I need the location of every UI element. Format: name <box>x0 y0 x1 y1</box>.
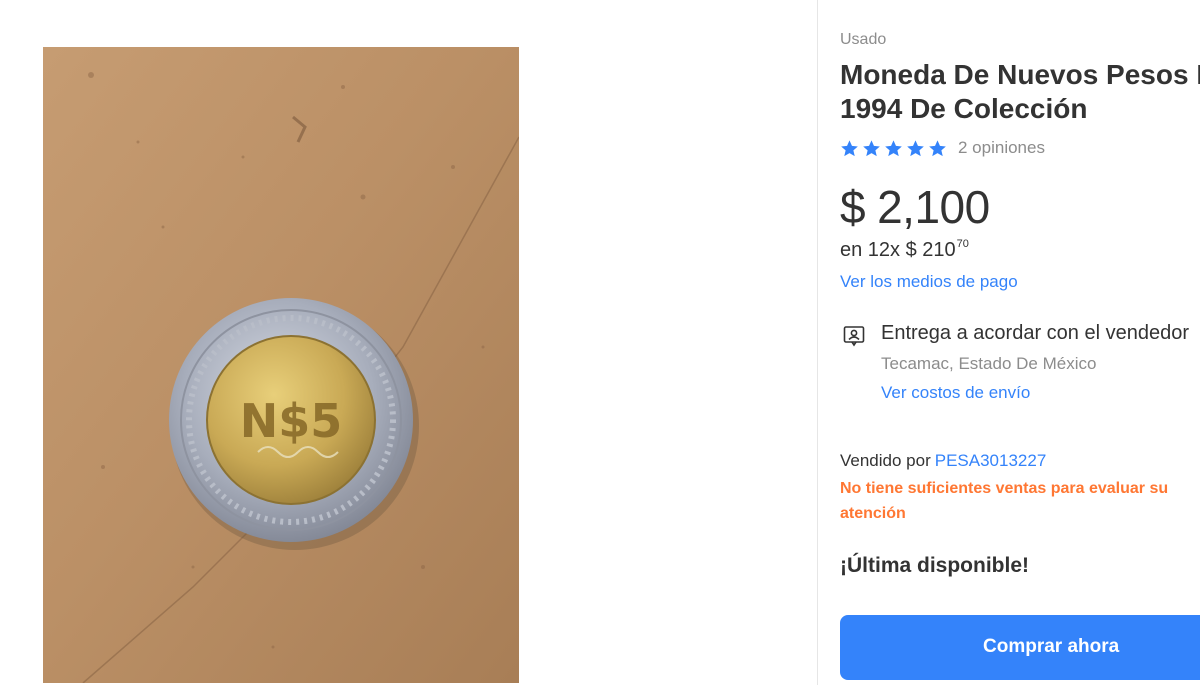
product-photo[interactable]: N$5 <box>43 47 519 683</box>
star-icon <box>885 139 902 156</box>
installments-info: en 12x $ 21070 <box>840 238 969 262</box>
seller-reputation-warning: No tiene suficientes ventas para evaluar… <box>840 480 1169 522</box>
price-amount: 2,100 <box>877 181 990 233</box>
star-icon <box>907 139 924 156</box>
product-title: Moneda De Nuevos Pesos De 1994 De Colecc… <box>840 59 1200 124</box>
shipping-costs-link[interactable]: Ver costos de envío <box>881 383 1030 403</box>
installments-amount: en 12x $ 210 <box>840 239 956 261</box>
stock-status: ¡Última disponible! <box>840 554 1029 577</box>
price-currency-symbol: $ <box>840 181 866 233</box>
product-condition: Usado <box>840 31 887 48</box>
product-price: $2,100 <box>840 180 990 234</box>
reviews-count-link[interactable]: 2 opiniones <box>958 138 1045 158</box>
product-page: N$5 Usado Moneda De Nuevos Pesos De 1994… <box>0 0 1200 685</box>
person-pin-icon <box>843 326 865 347</box>
star-icon <box>841 139 858 156</box>
star-icon <box>929 139 946 156</box>
delivery-location: Tecamac, Estado De México <box>881 354 1097 373</box>
coin-denomination: N$5 <box>240 394 343 448</box>
star-icon <box>863 139 880 156</box>
coin-photo-image: N$5 <box>43 47 519 683</box>
seller-name-link[interactable]: PESA3013227 <box>935 451 1047 470</box>
seller-info: Vendido por PESA3013227 <box>840 451 1046 471</box>
buy-now-button[interactable]: Comprar ahora <box>840 615 1200 680</box>
column-divider <box>817 0 818 685</box>
payment-methods-link[interactable]: Ver los medios de pago <box>840 272 1018 292</box>
rating-summary[interactable]: 2 opiniones <box>840 138 1045 158</box>
buy-now-label: Comprar ahora <box>983 636 1120 657</box>
product-info-panel: Usado Moneda De Nuevos Pesos De 1994 De … <box>840 0 1200 685</box>
delivery-title: Entrega a acordar con el vendedor <box>881 322 1189 344</box>
seller-label: Vendido por <box>840 451 931 470</box>
installments-cents: 70 <box>956 238 969 250</box>
rating-stars <box>840 139 947 158</box>
